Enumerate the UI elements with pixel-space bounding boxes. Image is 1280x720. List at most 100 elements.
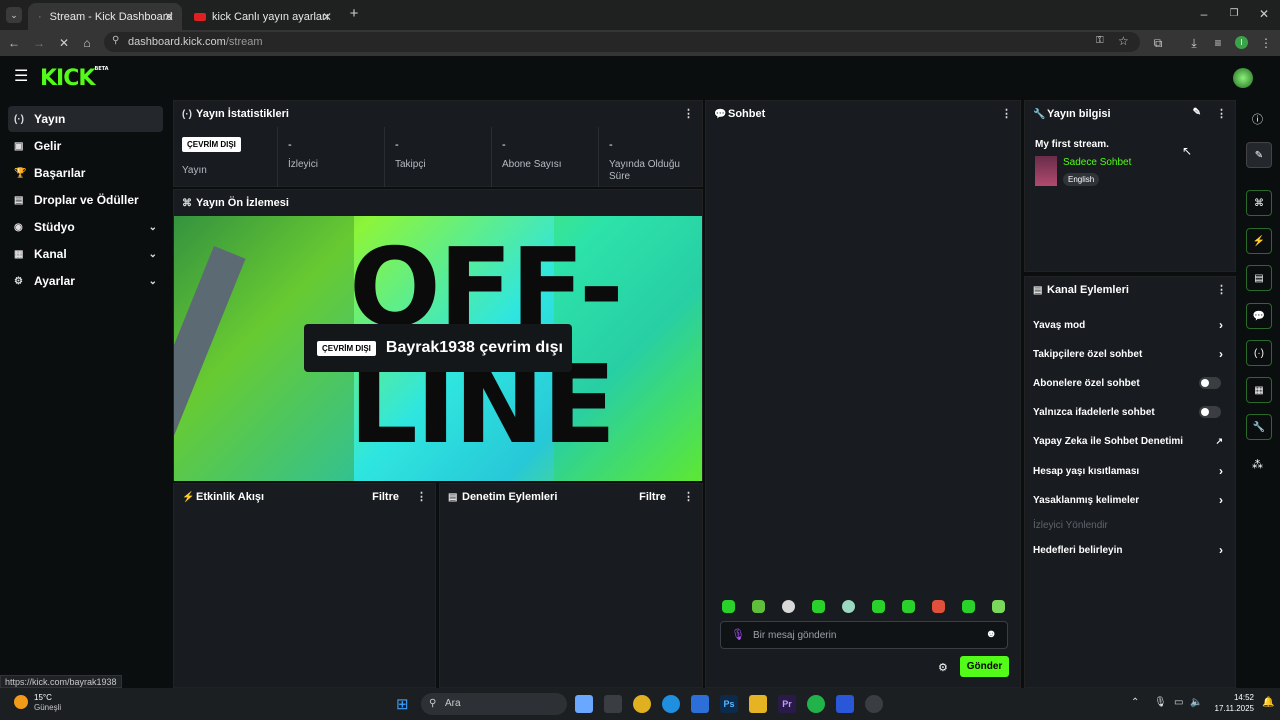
send-button[interactable]: Gönder bbox=[960, 656, 1009, 677]
forward-icon[interactable]: → bbox=[31, 35, 47, 51]
close-tab-icon[interactable]: ✕ bbox=[164, 10, 174, 24]
channel-icon: ▦ bbox=[14, 248, 24, 260]
chat-input[interactable]: 🎙 Bir mesaj gönderin ☻ bbox=[720, 621, 1008, 649]
emote-icon[interactable] bbox=[872, 600, 885, 613]
more-options-icon[interactable]: ⋮ bbox=[1001, 107, 1012, 120]
back-icon[interactable]: ← bbox=[6, 35, 22, 51]
steam-icon[interactable] bbox=[865, 695, 883, 713]
moderation-tool-document-icon[interactable]: ▤ bbox=[1246, 265, 1272, 291]
photoshop-icon[interactable]: Ps bbox=[720, 695, 738, 713]
action-banned-words[interactable]: Yasaklanmış kelimeler › bbox=[1033, 490, 1227, 510]
action-ai-moderation[interactable]: Yapay Zeka ile Sohbet Denetimi ↗ bbox=[1033, 431, 1227, 451]
microphone-tray-icon[interactable]: 🎙 bbox=[1154, 697, 1167, 708]
app-icon[interactable] bbox=[836, 695, 854, 713]
more-options-icon[interactable]: ⋮ bbox=[1216, 107, 1227, 120]
notification-bell-icon[interactable]: 🔔 bbox=[1262, 697, 1274, 708]
action-slow-mode[interactable]: Yavaş mod › bbox=[1033, 315, 1227, 335]
more-options-icon[interactable]: ⋮ bbox=[683, 107, 694, 120]
action-account-age[interactable]: Hesap yaşı kısıtlaması › bbox=[1033, 461, 1227, 481]
chrome-icon[interactable] bbox=[633, 695, 651, 713]
site-info-icon[interactable]: ⚲ bbox=[112, 35, 119, 46]
kick-logo[interactable]: KICKBETA bbox=[40, 66, 109, 91]
chat-settings-gear-icon[interactable]: ⚙ bbox=[938, 661, 948, 674]
task-view-icon[interactable] bbox=[604, 695, 622, 713]
bookmark-star-icon[interactable]: ☆ bbox=[1118, 34, 1129, 48]
action-set-goals[interactable]: Hedefleri belirleyin › bbox=[1033, 540, 1227, 560]
emote-icon[interactable] bbox=[962, 600, 975, 613]
emote-icon[interactable] bbox=[932, 600, 945, 613]
address-bar[interactable]: ⚲ dashboard.kick.com/stream ⚿ ☆ bbox=[104, 32, 1140, 52]
channel-actions-tool-icon[interactable]: ▦ bbox=[1246, 377, 1272, 403]
action-label: Hedefleri belirleyin bbox=[1033, 544, 1123, 556]
emotes-only-toggle[interactable] bbox=[1199, 406, 1221, 418]
activity-tool-lightning-icon[interactable]: ⚡ bbox=[1246, 228, 1272, 254]
emote-icon[interactable] bbox=[752, 600, 765, 613]
edit-pencil-icon[interactable]: ✎ bbox=[1193, 107, 1201, 118]
volume-icon[interactable]: 🔈 bbox=[1190, 697, 1202, 708]
maximize-icon[interactable]: ❐ bbox=[1226, 6, 1242, 22]
emote-icon[interactable] bbox=[842, 600, 855, 613]
more-widgets-icon[interactable]: ⁂ bbox=[1252, 458, 1263, 471]
user-avatar[interactable] bbox=[1233, 68, 1253, 88]
sidebar-item-ayarlar[interactable]: ⚙ Ayarlar ⌄ bbox=[8, 268, 163, 294]
home-icon[interactable]: ⌂ bbox=[79, 35, 95, 51]
emote-icon[interactable] bbox=[812, 600, 825, 613]
edge-icon[interactable] bbox=[662, 695, 680, 713]
stats-tool-broadcast-icon[interactable]: (·) bbox=[1246, 340, 1272, 366]
tab-stream-dashboard[interactable]: · Stream - Kick Dashboard ✕ bbox=[28, 3, 182, 30]
filter-button[interactable]: Filtre bbox=[372, 491, 399, 503]
store-icon[interactable] bbox=[691, 695, 709, 713]
action-followers-only[interactable]: Takipçilere özel sohbet › bbox=[1033, 344, 1227, 364]
category-link[interactable]: Sadece Sohbet bbox=[1063, 157, 1131, 168]
more-options-icon[interactable]: ⋮ bbox=[683, 490, 694, 503]
preview-tool-icon[interactable]: ⌘ bbox=[1246, 190, 1272, 216]
sidebar-item-label: Yayın bbox=[34, 112, 66, 126]
hamburger-menu-icon[interactable]: ☰ bbox=[14, 69, 28, 85]
more-options-icon[interactable]: ⋮ bbox=[416, 490, 427, 503]
lightning-icon: ⚡ bbox=[182, 491, 195, 503]
close-window-icon[interactable]: ✕ bbox=[1256, 6, 1272, 22]
network-icon[interactable]: ▭ bbox=[1174, 697, 1183, 708]
sidebar-item-kanal[interactable]: ▦ Kanal ⌄ bbox=[8, 241, 163, 267]
weather-widget[interactable]: 15°C Güneşli bbox=[34, 693, 61, 713]
close-tab-icon[interactable]: ✕ bbox=[322, 10, 332, 24]
windows-start-icon[interactable]: ⊞ bbox=[396, 695, 409, 713]
emote-icon[interactable] bbox=[782, 600, 795, 613]
stop-loading-icon[interactable]: ✕ bbox=[56, 35, 72, 51]
file-explorer-icon[interactable] bbox=[749, 695, 767, 713]
stream-info-tool-wrench-icon[interactable]: 🔧 bbox=[1246, 414, 1272, 440]
subscribers-only-toggle[interactable] bbox=[1199, 377, 1221, 389]
tab-kick-settings[interactable]: kick Canlı yayın ayarları Ve yay… ✕ bbox=[184, 3, 340, 30]
tab-search-icon[interactable]: ⌄ bbox=[6, 7, 22, 23]
sidebar-item-yayin[interactable]: (·) Yayın bbox=[8, 106, 163, 132]
chat-tool-bubble-icon[interactable]: 💬 bbox=[1246, 303, 1272, 329]
emoji-icon[interactable]: ☻ bbox=[985, 628, 997, 640]
media-control-icon[interactable]: ≡ bbox=[1210, 35, 1226, 51]
minimize-icon[interactable]: – bbox=[1196, 6, 1212, 22]
whatsapp-icon[interactable] bbox=[807, 695, 825, 713]
premiere-icon[interactable]: Pr bbox=[778, 695, 796, 713]
download-icon[interactable]: ⤓ bbox=[1186, 35, 1202, 51]
clock[interactable]: 14:52 17.11.2025 bbox=[1210, 692, 1254, 714]
action-host-viewers: İzleyici Yönlendir bbox=[1033, 515, 1227, 535]
edit-tool-pencil-icon[interactable]: ✎ bbox=[1246, 142, 1272, 168]
emote-icon[interactable] bbox=[902, 600, 915, 613]
more-options-icon[interactable]: ⋮ bbox=[1216, 283, 1227, 296]
emote-icon[interactable] bbox=[722, 600, 735, 613]
microphone-icon[interactable]: 🎙 bbox=[731, 628, 745, 641]
emote-icon[interactable] bbox=[992, 600, 1005, 613]
copilot-icon[interactable] bbox=[575, 695, 593, 713]
sidebar-item-gelir[interactable]: ▣ Gelir bbox=[8, 133, 163, 159]
browser-menu-icon[interactable]: ⋮ bbox=[1258, 35, 1274, 51]
taskbar-search[interactable]: ⚲ Ara bbox=[421, 693, 567, 715]
password-key-icon[interactable]: ⚿ bbox=[1096, 35, 1104, 46]
new-tab-button[interactable]: + bbox=[346, 6, 362, 22]
sidebar-item-studyo[interactable]: ◉ Stüdyo ⌄ bbox=[8, 214, 163, 240]
info-icon[interactable]: ⓘ bbox=[1252, 111, 1263, 127]
extensions-icon[interactable]: ⧉ bbox=[1150, 35, 1166, 51]
filter-button[interactable]: Filtre bbox=[639, 491, 666, 503]
sidebar-item-basarilar[interactable]: 🏆 Başarılar bbox=[8, 160, 163, 186]
sidebar-item-droplar[interactable]: ▤ Droplar ve Ödüller bbox=[8, 187, 163, 213]
tray-chevron-up-icon[interactable]: ⌃ bbox=[1131, 697, 1139, 708]
profile-avatar[interactable]: I bbox=[1235, 36, 1248, 49]
